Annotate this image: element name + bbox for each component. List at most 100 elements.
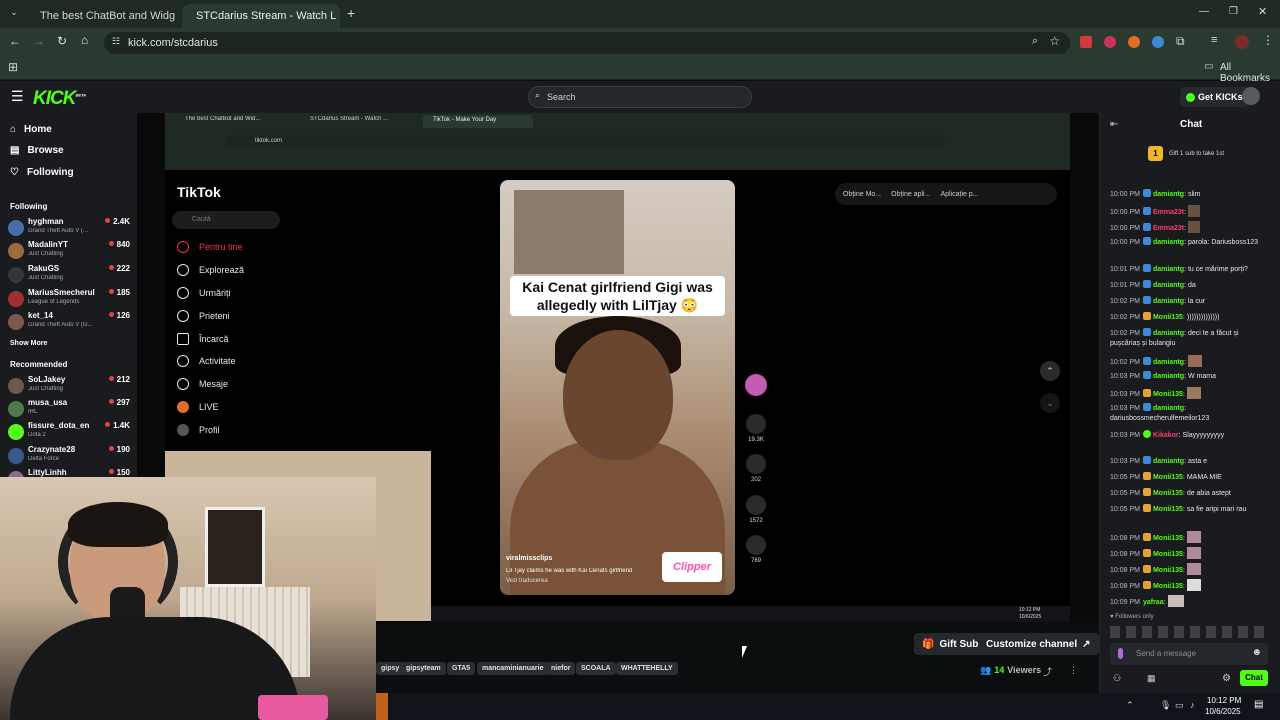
close-window-icon[interactable]: ✕ [1258,5,1267,18]
tag[interactable]: mancaminianuarie [477,662,549,675]
forward-icon[interactable]: → [33,34,45,48]
show-more-link[interactable]: Show More [10,340,47,347]
apps-grid-icon[interactable]: ⊞ [8,60,18,74]
emote-tray[interactable] [1110,626,1268,638]
extension-pink-icon[interactable] [1104,36,1116,48]
mic-icon[interactable] [1118,648,1123,659]
message-user[interactable]: Monii135 [1153,314,1183,321]
taskbar-time[interactable]: 10:12 PM [1207,696,1241,705]
media-icon[interactable]: ≡ [1211,34,1217,46]
taskbar-app-icon[interactable] [376,693,388,720]
sidebar-channel[interactable]: SoLJakey Just Chatting 212 [8,375,130,397]
sidebar-channel[interactable]: fissure_dota_en Dota 2 1.4K [8,421,130,443]
sidebar-channel[interactable]: MariusSmecherul League of Legends 185 [8,288,130,310]
extension-red-icon[interactable] [1080,36,1092,48]
collapse-chat-icon[interactable]: ⇤ [1110,119,1118,130]
message-user[interactable]: Emma23t [1153,209,1184,216]
hamburger-menu-icon[interactable]: ☰ [11,88,24,105]
url-input[interactable]: ☷ kick.com/stcdarius ⌕ ☆ [104,32,1070,54]
extension-blue-icon[interactable] [1152,36,1164,48]
tray-mic-icon[interactable]: 🎙 [1160,700,1171,711]
profile-icon [177,424,189,436]
message-user[interactable]: yafraa [1143,599,1164,606]
kick-logo[interactable]: KICKBETA [33,88,86,110]
zoom-icon[interactable]: ⌕ [1032,35,1038,48]
new-tab-icon[interactable]: + [347,5,355,21]
home-icon[interactable]: ⌂ [81,33,88,47]
sidebar-channel[interactable]: RakuGS Just Chatting 222 [8,264,130,286]
tag[interactable]: GTA5 [447,662,476,675]
chat-gift-icon[interactable]: ▦ [1147,673,1156,684]
message-user[interactable]: Monii135 [1153,391,1183,398]
message-user[interactable]: damiantg [1153,239,1184,246]
message-time: 10:00 PM [1110,225,1140,232]
tray-network-icon[interactable]: ▭ [1175,700,1184,711]
more-options-icon[interactable]: ⋮ [1069,665,1078,676]
customize-channel-button[interactable]: Customize channel ↗ [978,633,1099,655]
share-icon[interactable]: ⤴ [1043,665,1052,678]
message-user[interactable]: Emma23t [1153,225,1184,232]
message-user[interactable]: damiantg [1153,298,1184,305]
chat-input[interactable]: Send a message ☻ [1110,643,1268,665]
message-user[interactable]: damiantg [1153,359,1184,366]
tray-volume-icon[interactable]: ♪ [1190,700,1195,710]
taskbar-date[interactable]: 10/6/2025 [1205,707,1241,716]
message-user[interactable]: damiantg [1153,191,1184,198]
nav-home[interactable]: ⌂ Home [10,124,52,135]
message-user[interactable]: Kikakor [1153,432,1179,439]
gift-leaderboard-banner[interactable]: 1 Gift 1 sub to take 1st [1148,146,1224,161]
sidebar-channel[interactable]: Crazynate28 Delta Force 190 [8,445,130,467]
user-avatar[interactable] [1242,87,1260,105]
tray-chevron-icon[interactable]: ⌃ [1126,700,1134,711]
extension-orange-icon[interactable] [1128,36,1140,48]
browser-tab-chatbot[interactable]: The best ChatBot and Widg ✕ [26,4,180,28]
message-user[interactable]: Monii135 [1153,551,1183,558]
tag[interactable]: WHATTEHELLY [616,662,678,675]
avatar [8,243,24,259]
profile-avatar[interactable] [1235,35,1249,49]
message-user[interactable]: damiantg [1153,266,1184,273]
message-user[interactable]: Monii135 [1153,583,1183,590]
send-chat-button[interactable]: Chat [1240,670,1268,686]
bookmark-star-icon[interactable]: ☆ [1049,34,1060,48]
message-user[interactable]: damiantg [1153,282,1184,289]
message-user[interactable]: Monii135 [1153,567,1183,574]
message-user[interactable]: Monii135 [1153,474,1183,481]
tab-search-icon[interactable]: ⌄ [7,7,21,21]
reload-icon[interactable]: ↻ [57,34,67,48]
chat-message: 10:00 PM damiantg: slim [1110,189,1201,198]
nav-following[interactable]: ♡ Following [10,167,74,178]
message-user[interactable]: damiantg [1153,373,1184,380]
tag[interactable]: gipsyteam [401,662,446,675]
message-user[interactable]: damiantg [1153,330,1184,337]
sidebar-channel[interactable]: ket_14 Grand Theft Auto V (G... 126 [8,311,130,333]
sidebar-channel[interactable]: hyghman Grand Theft Auto V (... 2.4K [8,217,130,239]
chat-users-icon[interactable]: ⚇ [1113,673,1121,684]
menu-dots-icon[interactable]: ⋮ [1262,33,1274,47]
message-user[interactable]: Monii135 [1153,535,1183,542]
message-user[interactable]: Monii135 [1153,506,1183,513]
minimize-icon[interactable]: — [1199,6,1209,17]
browser-tab-kick[interactable]: STCdarius Stream - Watch L ✕ [182,4,340,28]
message-user[interactable]: Monii135 [1153,490,1183,497]
back-icon[interactable]: ← [9,34,21,48]
tag[interactable]: SCOALA [576,662,616,675]
chat-settings-icon[interactable]: ⚙ [1222,673,1231,684]
nav-browse[interactable]: ▤ Browse [10,145,64,156]
sidebar-channel[interactable]: musa_usa IRL 297 [8,398,130,420]
get-kicks-button[interactable]: Get KICKs [1180,87,1249,107]
extensions-puzzle-icon[interactable]: ⧉ [1176,34,1185,49]
restore-icon[interactable]: ❐ [1229,6,1238,17]
captured-taskbar-date: 10/6/2025 [1019,614,1042,620]
message-user[interactable]: damiantg [1153,458,1184,465]
message-user[interactable]: damiantg [1153,405,1184,412]
emote-picker-icon[interactable]: ☻ [1251,647,1262,658]
sidebar-channel[interactable]: MadalinYT Just Chatting 840 [8,240,130,262]
search-input[interactable]: ⌕ Search [528,86,752,108]
message-time: 10:02 PM [1110,314,1140,321]
notifications-icon[interactable]: ▤ [1254,699,1263,710]
site-info-icon[interactable]: ☷ [112,36,120,47]
video-author: viralmissclips [506,555,553,562]
tag[interactable]: niefor [546,662,576,675]
heart-icon: ♡ [10,167,19,178]
